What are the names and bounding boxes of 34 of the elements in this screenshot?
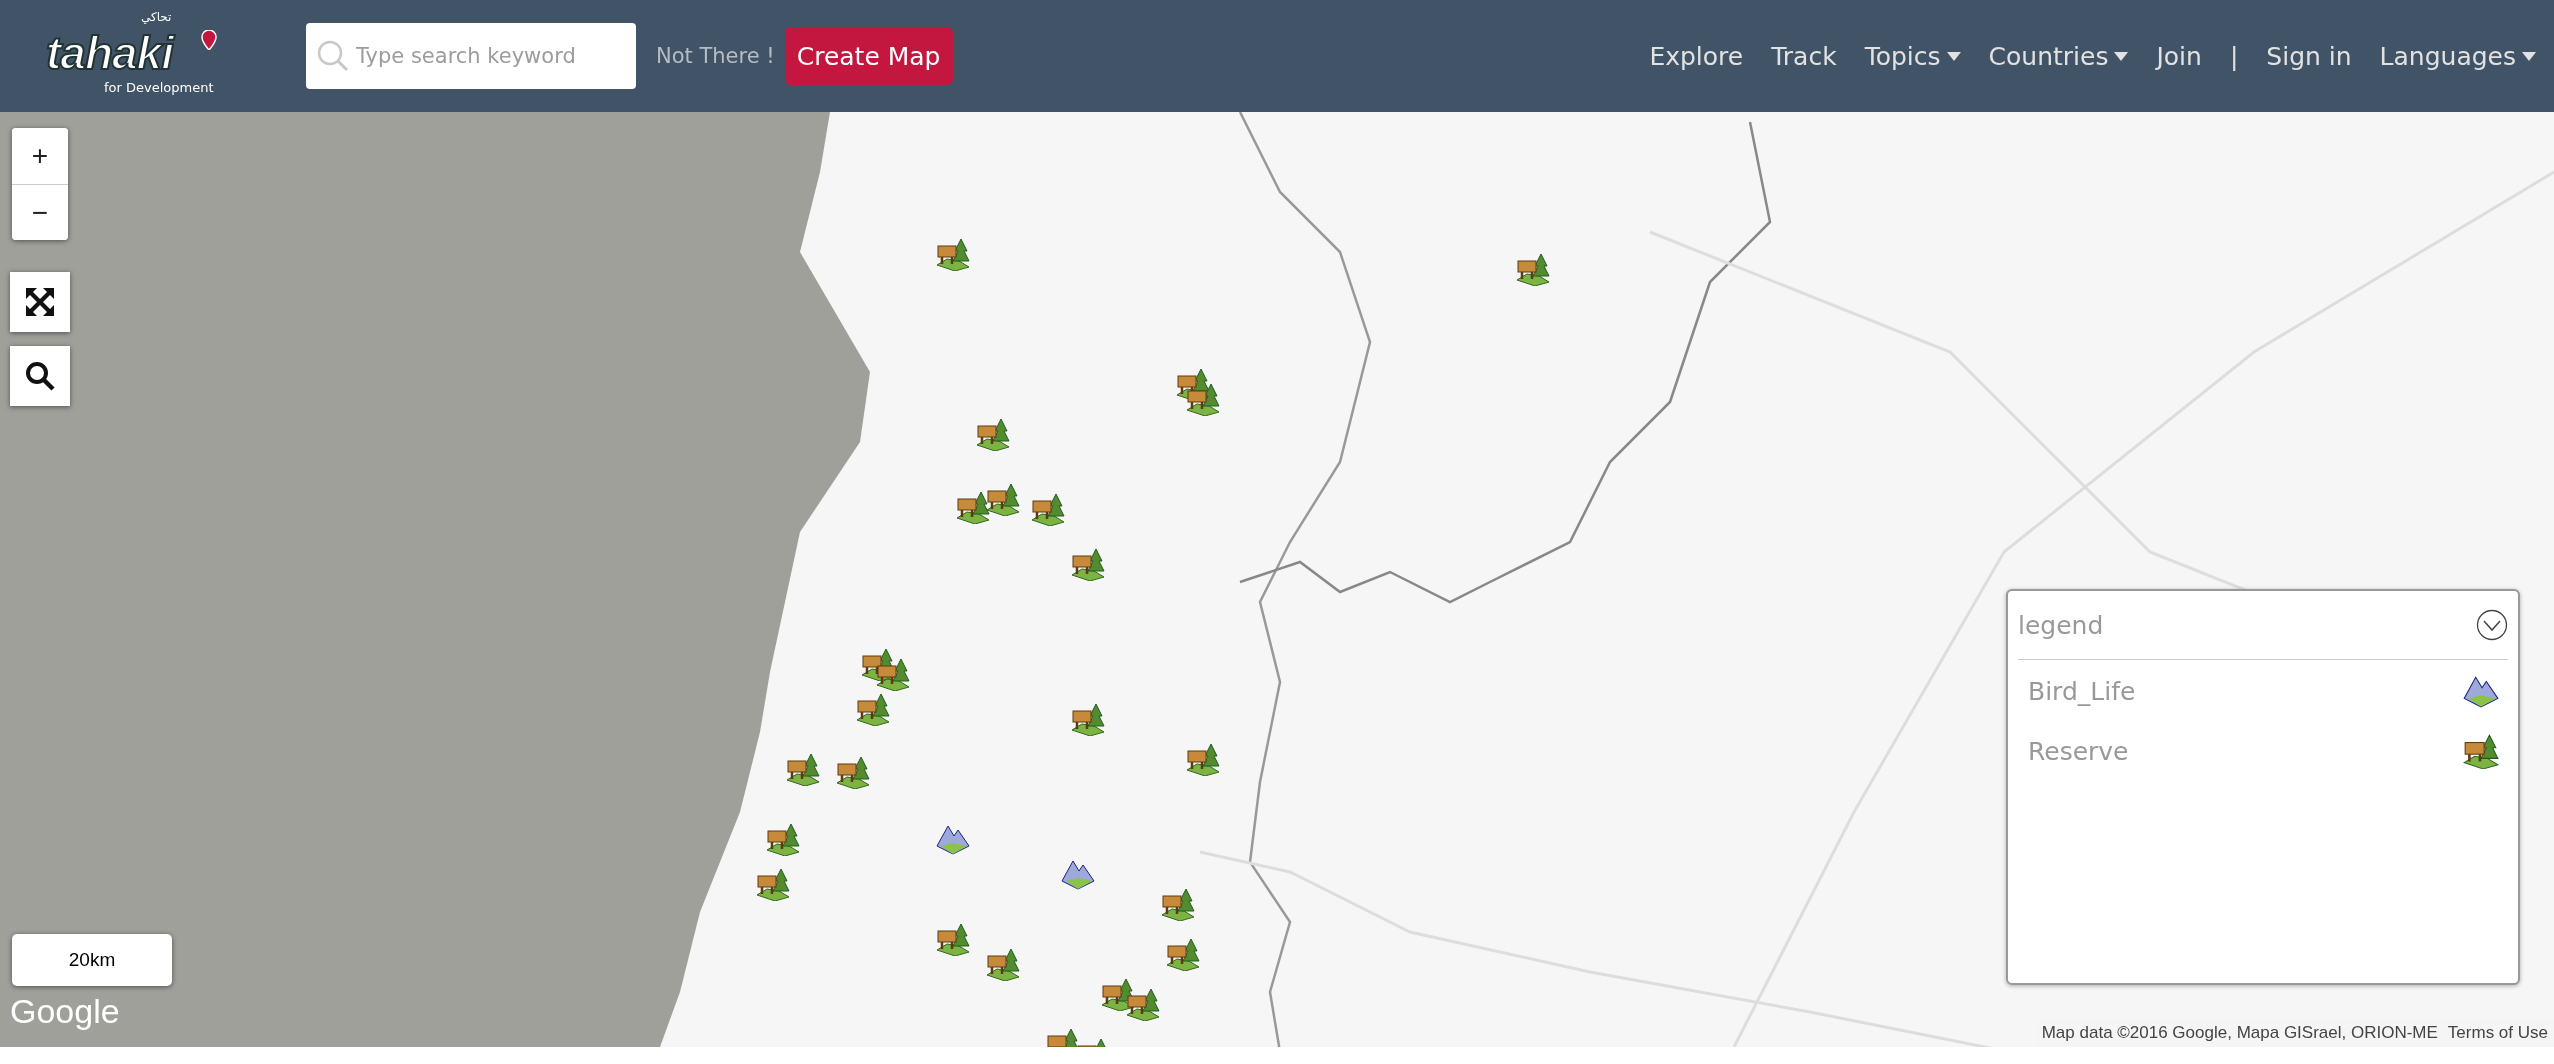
- nav-link[interactable]: Join: [2156, 41, 2202, 71]
- nav-dropdown[interactable]: Countries: [1988, 41, 2129, 71]
- caret-icon: [2114, 51, 2129, 61]
- fullscreen-button[interactable]: [10, 272, 70, 332]
- legend-title: legend: [2018, 610, 2104, 640]
- logo-tagline: for Development: [104, 80, 214, 95]
- legend-label: Bird_Life: [2028, 676, 2136, 706]
- logo-wordmark: tahaki: [46, 28, 173, 78]
- expand-icon: [24, 286, 56, 318]
- nav-link[interactable]: Track: [1771, 41, 1837, 71]
- collapse-icon[interactable]: [2476, 609, 2508, 641]
- zoom-out-button[interactable]: −: [12, 184, 68, 240]
- map-attribution: Map data ©2016 Google, Mapa GISrael, ORION-ME: [2041, 1023, 2438, 1043]
- nav-dropdown[interactable]: Topics: [1864, 41, 1961, 71]
- reserve-sign-icon: [2462, 733, 2500, 769]
- zoom-in-button[interactable]: +: [12, 128, 68, 184]
- nav-separator: |: [2229, 41, 2239, 71]
- search-button[interactable]: [10, 346, 70, 406]
- caret-icon: [2522, 51, 2536, 61]
- not-there-text: Not There !: [656, 44, 775, 68]
- terms-link[interactable]: Terms of Use: [2447, 1023, 2548, 1043]
- mountain-icon: [2462, 673, 2500, 709]
- legend-label: Reserve: [2028, 736, 2129, 766]
- nav-link[interactable]: Sign in: [2266, 41, 2352, 71]
- search-field[interactable]: Type search keyword: [306, 23, 636, 89]
- search-icon: [24, 360, 56, 392]
- logo-arabic-text: تحاكي: [141, 10, 172, 24]
- scale-bar: 20km: [12, 934, 172, 986]
- caret-icon: [1946, 51, 1961, 61]
- nav-link[interactable]: Explore: [1649, 41, 1744, 71]
- nav-dropdown[interactable]: Languages: [2379, 41, 2536, 71]
- create-map-button[interactable]: Create Map: [784, 27, 953, 85]
- google-logo: Google: [10, 992, 120, 1031]
- pin-icon: [201, 30, 217, 50]
